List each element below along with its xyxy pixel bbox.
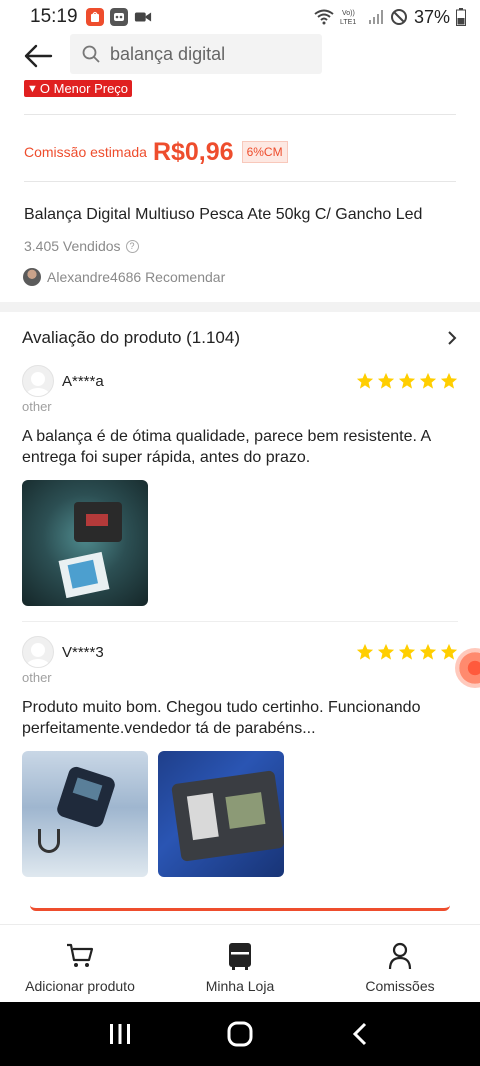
star-icon	[398, 643, 416, 660]
nav-my-store[interactable]: Minha Loja	[160, 925, 320, 1002]
star-icon	[440, 643, 458, 660]
star-icon	[356, 643, 374, 660]
recommender-avatar	[23, 268, 41, 286]
avatar	[22, 636, 54, 668]
rating-stars	[356, 643, 458, 661]
recent-apps-icon	[110, 1024, 130, 1044]
reviews-header[interactable]: Avaliação do produto (1.104)	[22, 328, 458, 348]
down-arrow-icon: ▼	[27, 82, 38, 95]
divider	[22, 621, 458, 622]
search-input[interactable]: balança digital	[70, 34, 322, 74]
review-text: A balança é de ótima qualidade, parece b…	[22, 428, 431, 466]
bottom-nav: Adicionar produto Minha Loja Comissões	[0, 924, 480, 1002]
review-photos	[22, 751, 458, 877]
cart-icon	[65, 941, 95, 971]
review-variant: other	[22, 399, 52, 414]
status-icons: Vo)) LTE1 37%	[314, 7, 466, 28]
section-separator	[0, 302, 480, 312]
partial-button-edge	[30, 905, 450, 911]
system-nav-bar	[0, 1002, 480, 1066]
shopee-notification-icon	[85, 8, 104, 26]
do-not-disturb-icon	[390, 9, 407, 25]
star-icon	[398, 372, 416, 389]
commission-row: Comissão estimada R$0,96 6%CM	[24, 132, 288, 172]
chevron-right-icon	[448, 331, 457, 345]
video-camera-icon	[134, 8, 152, 26]
volte-lte-icon: Vo)) LTE1	[340, 10, 356, 26]
divider	[24, 181, 456, 182]
review-user: A****a	[22, 365, 458, 397]
avatar	[22, 365, 54, 397]
star-icon	[377, 643, 395, 660]
recommender-row[interactable]: Alexandre4686 Recomendar	[23, 268, 225, 286]
signal-icon	[368, 10, 383, 24]
nav-my-store-label: Minha Loja	[205, 978, 275, 994]
battery-percent: 37%	[413, 6, 450, 27]
star-icon	[377, 372, 395, 389]
back-button[interactable]	[16, 34, 60, 78]
search-query: balança digital	[110, 43, 226, 64]
recent-apps-button[interactable]	[100, 1014, 140, 1054]
nav-commissions[interactable]: Comissões	[320, 925, 480, 1002]
search-icon	[82, 45, 100, 63]
battery-icon	[456, 8, 466, 26]
review-user-name: A****a	[62, 372, 104, 390]
rating-stars	[356, 372, 458, 390]
review-user: V****3	[22, 636, 458, 668]
review-user-name: V****3	[62, 643, 104, 661]
review-text: Produto muito bom. Chegou tudo certinho.…	[22, 699, 421, 737]
star-icon	[356, 372, 374, 389]
review-item: V****3 other Produto muito bom. Chegou t…	[22, 636, 458, 877]
commission-percent-badge: 6%CM	[241, 141, 288, 163]
floating-button[interactable]	[455, 648, 480, 688]
system-back-button[interactable]	[340, 1014, 380, 1054]
star-icon	[419, 372, 437, 389]
review-variant: other	[22, 670, 52, 685]
svg-text:LTE1: LTE1	[340, 19, 356, 26]
commission-value: R$0,96	[152, 137, 234, 166]
sold-count: 3.405 Vendidos	[24, 238, 121, 254]
recommender-text: Alexandre4686 Recomendar	[47, 269, 226, 285]
star-icon	[419, 643, 437, 660]
store-icon	[225, 941, 255, 971]
back-chevron-icon	[352, 1022, 367, 1046]
lowest-price-label: O Menor Preço	[39, 81, 129, 96]
sold-count-row: 3.405 Vendidos ?	[24, 238, 139, 254]
review-photo[interactable]	[22, 751, 148, 877]
svg-text:Vo)): Vo))	[342, 10, 355, 17]
status-bar: 15:19 Vo)) LTE1 37%	[0, 0, 480, 34]
star-icon	[440, 372, 458, 389]
review-photos	[22, 480, 458, 606]
search-header: balança digital	[0, 34, 480, 78]
wifi-icon	[314, 9, 334, 25]
divider	[24, 114, 456, 115]
review-photo[interactable]	[158, 751, 284, 877]
review-item: A****a other A balança é de ótima qualid…	[22, 365, 458, 606]
product-title: Balança Digital Multiuso Pesca Ate 50kg …	[24, 206, 423, 223]
person-icon	[385, 941, 415, 971]
lowest-price-badge: ▼ O Menor Preço	[24, 80, 133, 97]
help-icon[interactable]: ?	[125, 239, 139, 253]
review-photo[interactable]	[22, 480, 148, 606]
nav-add-product[interactable]: Adicionar produto	[0, 925, 160, 1002]
status-time: 15:19	[30, 6, 78, 27]
commission-label: Comissão estimada	[24, 144, 147, 160]
nav-commissions-label: Comissões	[365, 978, 435, 994]
app-notification-icon	[109, 8, 128, 26]
home-button[interactable]	[220, 1014, 260, 1054]
reviews-title: Avaliação do produto (1.104)	[22, 328, 241, 347]
nav-add-product-label: Adicionar produto	[25, 978, 135, 994]
home-icon	[227, 1021, 253, 1047]
back-arrow-icon	[24, 44, 53, 68]
